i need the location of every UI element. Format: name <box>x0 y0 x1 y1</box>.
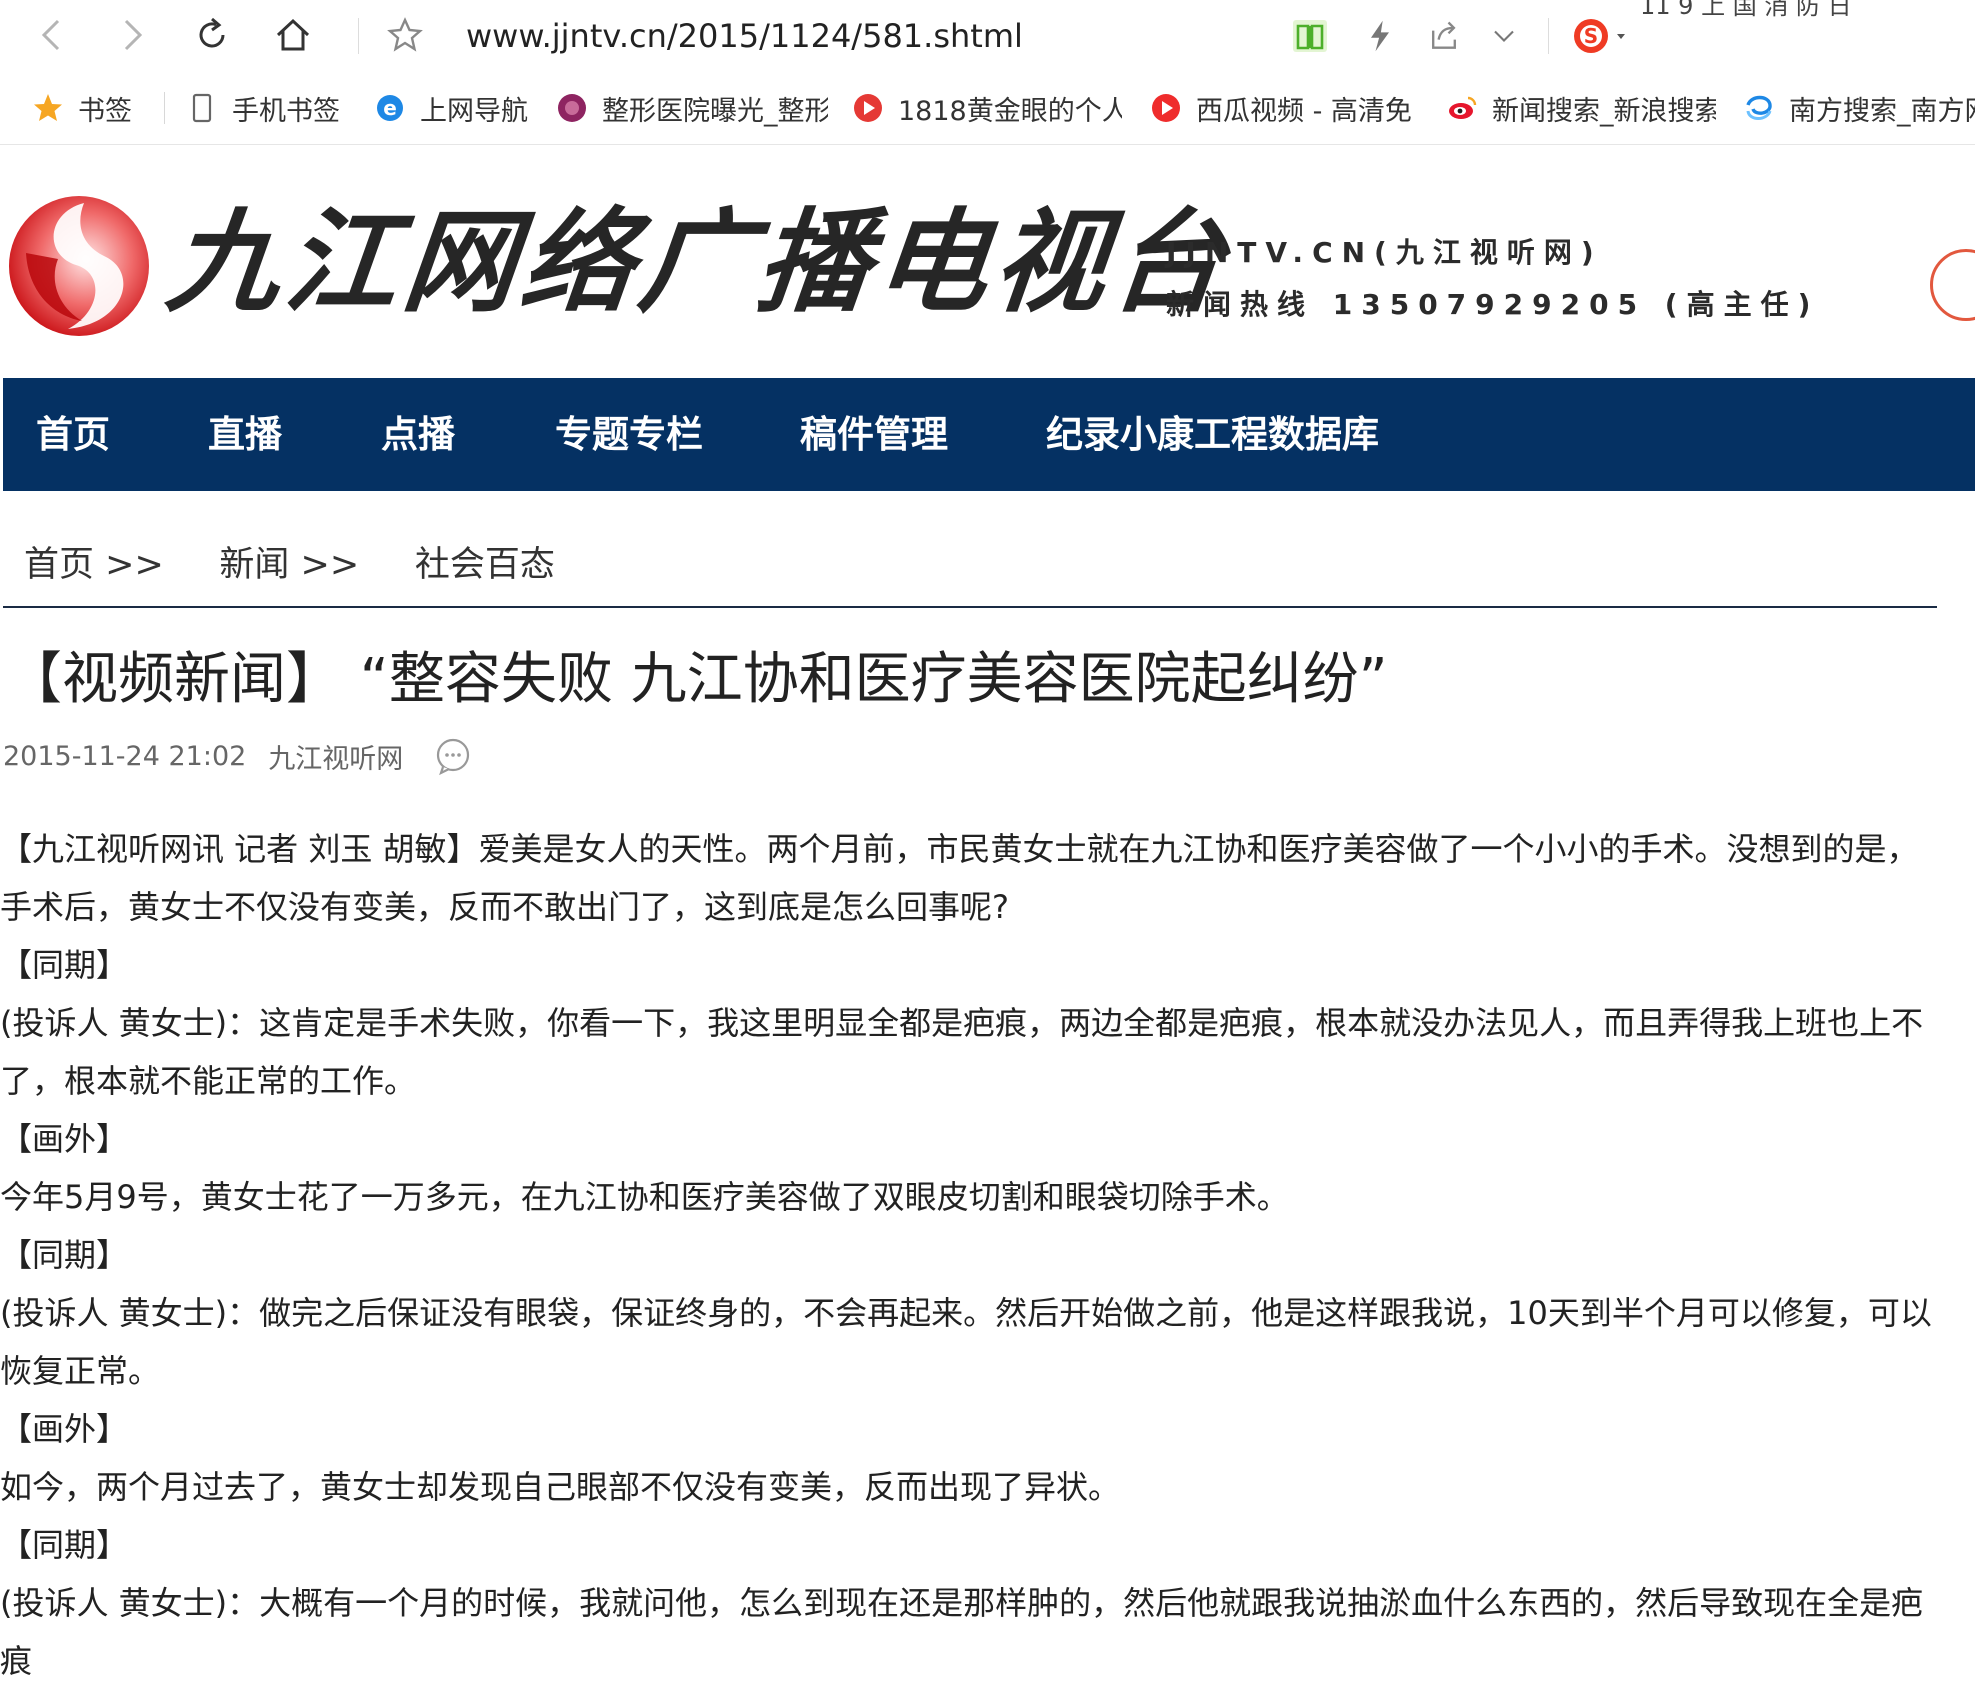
star-outline-icon <box>387 17 423 52</box>
bookmark-item[interactable]: 新闻搜索_新浪搜索 <box>1446 86 1716 130</box>
toolbar-divider <box>1548 18 1549 54</box>
weibo-icon <box>1446 92 1478 124</box>
address-bar[interactable]: www.jjntv.cn/2015/1124/581.shtml <box>466 16 1023 56</box>
article-paragraph: 【同期】 <box>0 1236 129 1274</box>
site-domain-text: JJNTV.CN(九江视听网) <box>1166 236 1603 269</box>
breadcrumb-society[interactable]: 社会百态 <box>415 545 555 585</box>
browser-toolbar: www.jjntv.cn/2015/1124/581.shtml S 11 9 … <box>0 0 1975 72</box>
bookmark-label: 书签 <box>78 95 132 127</box>
favorite-button[interactable] <box>380 10 430 60</box>
reader-mode-button[interactable] <box>1288 14 1332 58</box>
nav-item-home[interactable]: 首页 <box>36 378 110 491</box>
svg-text:e: e <box>383 96 397 120</box>
reload-icon <box>199 17 225 48</box>
article-paragraph: 【同期】 <box>0 1526 129 1564</box>
comment-icon[interactable] <box>433 736 473 776</box>
news-hotline-text: 新闻热线 13507929205 (高主任) <box>1166 288 1820 321</box>
more-dropdown-button[interactable] <box>1482 14 1526 58</box>
site-header: 九江网络广播电视台 JJNTV.CN(九江视听网) 新闻热线 135079292… <box>0 145 1975 378</box>
article-date: 2015-11-24 21:02 <box>3 740 247 772</box>
chevron-left-icon <box>41 19 60 51</box>
play-icon <box>1150 92 1182 124</box>
bookmark-item[interactable]: 西瓜视频 - 高清免 <box>1150 86 1420 130</box>
hospital-logo-icon <box>556 92 588 124</box>
bookmark-label: 手机书签 <box>232 95 340 127</box>
article-paragraph: (投诉人 黄女士)：做完之后保证没有眼袋，保证终身的，不会再起来。然后开始做之前… <box>0 1294 1932 1390</box>
breadcrumb: 首页 >> 新闻 >> 社会百态 <box>24 536 555 587</box>
star-icon <box>32 92 64 124</box>
svg-text:S: S <box>1584 24 1598 48</box>
edge-badge <box>1930 249 1975 321</box>
bookmark-label: 整形医院曝光_整形 <box>602 95 828 127</box>
nav-item-live[interactable]: 直播 <box>208 378 282 491</box>
article-paragraph: (投诉人 黄女士)：这肯定是手术失败，你看一下，我这里明显全都是疤痕，两边全都是… <box>0 1004 1924 1100</box>
corner-notice: 11 9 上 国 消 防 日 <box>1640 0 1852 20</box>
phone-icon <box>186 92 218 124</box>
chevron-down-icon <box>1494 30 1514 42</box>
bookmark-item[interactable]: 书签 <box>32 86 132 130</box>
nav-item-database[interactable]: 纪录小康工程数据库 <box>1046 378 1379 491</box>
bookmark-item[interactable]: 整形医院曝光_整形 <box>556 86 828 130</box>
nav-item-topics[interactable]: 专题专栏 <box>555 378 703 491</box>
nav-item-vod[interactable]: 点播 <box>381 378 455 491</box>
book-icon <box>1293 20 1327 52</box>
article-source: 九江视听网 <box>268 743 404 775</box>
share-button[interactable] <box>1422 14 1466 58</box>
article-paragraph: (投诉人 黄女士)：大概有一个月的时候，我就问他，怎么到现在还是那样肿的，然后他… <box>0 1584 1924 1680</box>
share-icon <box>1432 21 1456 49</box>
forward-button[interactable] <box>106 10 156 60</box>
breadcrumb-news[interactable]: 新闻 >> <box>219 545 359 585</box>
bookmarks-bar: 书签 手机书签 e 上网导航 整形医院曝光_整形 1818黄金眼的个人 西瓜视频… <box>0 72 1975 145</box>
breadcrumb-home[interactable]: 首页 >> <box>24 545 164 585</box>
toolbar-divider <box>358 18 359 54</box>
sogou-button[interactable]: S <box>1566 14 1636 58</box>
bookmark-label: 新闻搜索_新浪搜索 <box>1492 95 1716 127</box>
swirl-icon <box>1743 92 1775 124</box>
play-icon <box>852 92 884 124</box>
back-button[interactable] <box>28 10 78 60</box>
bookmark-label: 南方搜索_南方网 <box>1789 95 1975 127</box>
reload-button[interactable] <box>187 10 237 60</box>
nav-item-manuscripts[interactable]: 稿件管理 <box>800 378 948 491</box>
ie-icon: e <box>374 92 406 124</box>
bookmark-divider <box>164 92 165 124</box>
home-icon <box>276 18 310 51</box>
article-body: 【九江视听网讯 记者 刘玉 胡敏】爱美是女人的天性。两个月前，市民黄女士就在九江… <box>0 820 1940 1690</box>
breadcrumb-divider <box>3 606 1937 608</box>
article-paragraph: 如今，两个月过去了，黄女士却发现自己眼部不仅没有变美，反而出现了异状。 <box>0 1468 1121 1506</box>
lightning-icon <box>1371 20 1389 52</box>
bookmark-item[interactable]: 1818黄金眼的个人 <box>852 86 1122 130</box>
bookmark-label: 上网导航 <box>420 95 528 127</box>
site-logo-icon[interactable] <box>6 193 152 339</box>
bookmark-label: 1818黄金眼的个人 <box>898 95 1122 127</box>
speedup-button[interactable] <box>1358 14 1402 58</box>
bookmark-item[interactable]: 手机书签 <box>186 86 340 130</box>
article-title: 【视频新闻】 “整容失败 九江协和医疗美容医院起纠纷” <box>6 647 1388 712</box>
bookmark-item[interactable]: 南方搜索_南方网 <box>1743 86 1975 130</box>
home-button[interactable] <box>268 10 318 60</box>
bookmark-item[interactable]: e 上网导航 <box>374 86 544 130</box>
bookmark-label: 西瓜视频 - 高清免 <box>1196 95 1412 127</box>
article-paragraph: 【九江视听网讯 记者 刘玉 胡敏】爱美是女人的天性。两个月前，市民黄女士就在九江… <box>0 830 1919 926</box>
main-nav: 首页 直播 点播 专题专栏 稿件管理 纪录小康工程数据库 <box>3 378 1975 491</box>
site-name: 九江网络广播电视台 <box>161 197 1237 328</box>
article-meta: 2015-11-24 21:02 九江视听网 <box>3 736 473 776</box>
article-paragraph: 【同期】 <box>0 946 129 984</box>
sogou-logo-icon: S <box>1574 19 1625 53</box>
article-paragraph: 今年5月9号，黄女士花了一万多元，在九江协和医疗美容做了双眼皮切割和眼袋切除手术… <box>0 1178 1289 1216</box>
chevron-right-icon <box>124 19 143 51</box>
article-paragraph: 【画外】 <box>0 1120 129 1158</box>
article-paragraph: 【画外】 <box>0 1410 129 1448</box>
